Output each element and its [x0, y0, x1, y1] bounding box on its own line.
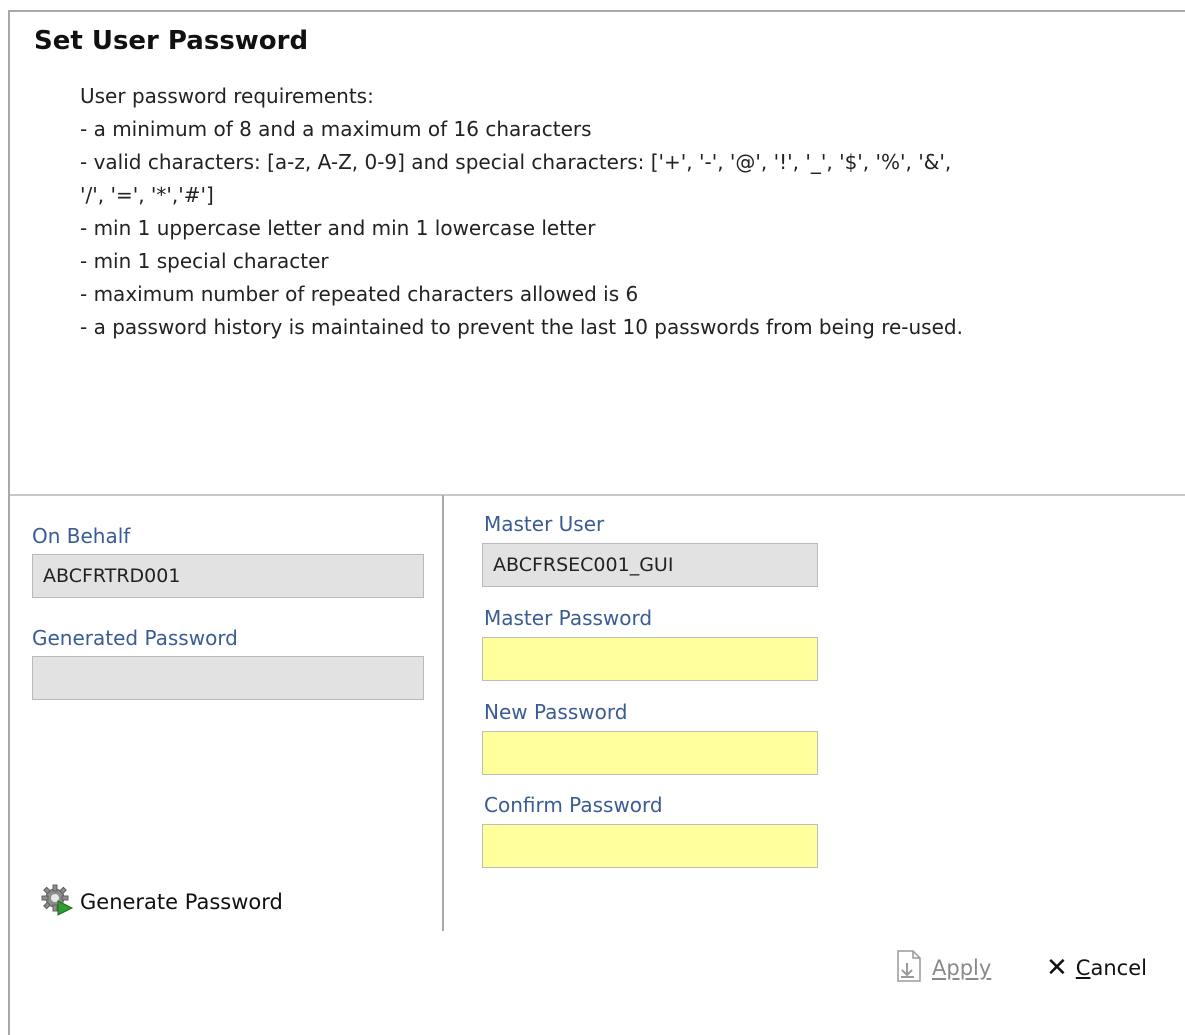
new-password-label: New Password — [484, 700, 628, 724]
generate-password-label: Generate Password — [80, 890, 283, 914]
generated-password-field[interactable] — [32, 656, 424, 700]
cancel-button[interactable]: ✕ Cancel — [1046, 948, 1147, 988]
generate-password-button[interactable]: Generate Password — [40, 884, 283, 920]
cancel-label-rest: ancel — [1090, 956, 1147, 980]
generated-password-label: Generated Password — [32, 626, 238, 650]
apply-label: Apply — [932, 956, 992, 980]
gear-play-icon — [40, 883, 74, 921]
master-password-label: Master Password — [484, 606, 653, 630]
new-password-field[interactable] — [482, 731, 818, 775]
requirement-line: - valid characters: [a-z, A-Z, 0-9] and … — [80, 150, 952, 174]
master-user-label: Master User — [484, 512, 605, 536]
requirement-line: - a minimum of 8 and a maximum of 16 cha… — [80, 117, 592, 141]
on-behalf-field[interactable]: ABCFRTRD001 — [32, 554, 424, 598]
requirement-line: User password requirements: — [80, 84, 374, 108]
requirement-line: - min 1 special character — [80, 249, 329, 273]
requirement-line: - min 1 uppercase letter and min 1 lower… — [80, 216, 596, 240]
apply-document-icon — [894, 949, 924, 988]
requirement-line: - a password history is maintained to pr… — [80, 315, 963, 339]
vertical-divider — [442, 495, 444, 931]
horizontal-divider — [10, 494, 1185, 496]
on-behalf-label: On Behalf — [32, 524, 131, 548]
cancel-label-mnemonic: C — [1075, 956, 1091, 980]
confirm-password-label: Confirm Password — [484, 793, 663, 817]
confirm-password-field[interactable] — [482, 824, 818, 868]
cancel-label: Cancel — [1076, 956, 1147, 980]
master-password-field[interactable] — [482, 637, 818, 681]
requirement-line: '/', '=', '*','#'] — [80, 183, 214, 207]
password-requirements: User password requirements: - a minimum … — [80, 80, 1140, 344]
close-icon: ✕ — [1046, 953, 1068, 983]
apply-button[interactable]: Apply — [894, 948, 991, 988]
requirement-line: - maximum number of repeated characters … — [80, 282, 639, 306]
master-user-field[interactable]: ABCFRSEC001_GUI — [482, 543, 818, 587]
dialog-title: Set User Password — [34, 26, 309, 56]
